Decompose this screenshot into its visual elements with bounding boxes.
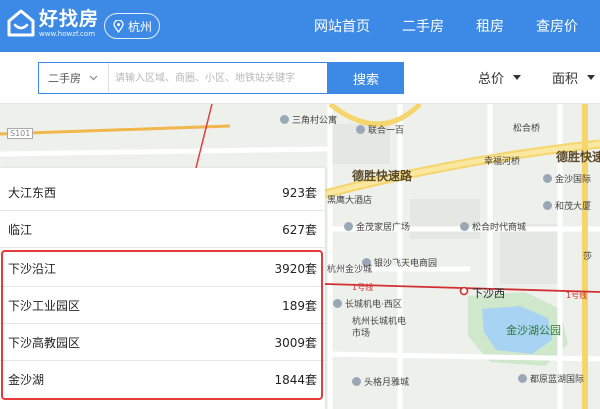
total-price-filter[interactable]: 总价 [478,68,522,87]
nav-home[interactable]: 网站首页 [314,16,370,36]
house-smile-icon [7,9,35,37]
top-navigation-bar: 好找房 www.howzf.com 杭州 网站首页 二手房 租房 查房价 [0,0,600,52]
list-item-count: 3009套 [274,335,317,350]
list-item[interactable]: 下沙沿江 3920套 [0,250,325,287]
area-label: 面积 [552,72,579,87]
property-type-label: 二手房 [48,72,81,85]
metro-line-label-right: 1号线 [566,291,588,300]
poi-marker-icon [460,222,469,231]
list-item-name: 临江 [8,222,33,237]
area-filter[interactable]: 面积 [552,68,596,87]
poi-lianhe[interactable]: 联合一百 [356,123,404,136]
site-logo[interactable]: 好找房 www.howzf.com [6,8,99,38]
poi-yinsha[interactable]: 银沙飞天电商园 [362,256,437,269]
poi-marker-icon [352,377,361,386]
poi-songhe-bridge[interactable]: 松合桥 [513,121,540,134]
list-item-count: 627套 [282,222,317,237]
poi-jinmao[interactable]: 金茂家居广场 [344,220,410,233]
search-box: 二手房 [38,62,328,94]
nav-price-check[interactable]: 查房价 [536,16,578,36]
list-item-count: 923套 [282,185,317,200]
poi-marker-icon [356,125,365,134]
list-item-count: 1844套 [274,373,317,387]
list-item[interactable]: 临江 627套 [0,211,325,248]
logo-text: 好找房 [39,8,100,30]
poi-marker-icon [543,201,552,210]
list-item[interactable]: 下沙工业园区 189套 [0,287,325,324]
poi-hemao[interactable]: 和茂大厦 [543,199,591,212]
metro-station-xiashaxi[interactable]: 下沙西 [472,285,505,301]
nav-rent[interactable]: 租房 [476,16,504,36]
road-label-desheng: 德胜快速路 [352,169,413,183]
list-item[interactable]: 金沙湖 1844套 [0,361,325,398]
poi-marker-icon [333,299,342,308]
list-item-name: 大江东西 [8,185,57,200]
total-price-label: 总价 [478,72,505,87]
list-item-name: 下沙高教园区 [8,335,81,350]
list-item-count: 189套 [282,298,317,313]
poi-changcheng-west[interactable]: 长城机电·西区 [333,297,402,310]
list-item-count: 3920套 [274,261,317,276]
poi-hotel[interactable]: 黑鹰大酒店 [327,193,372,206]
list-item[interactable]: 下沙高教园区 3009套 [0,324,325,361]
list-item-name: 金沙湖 [8,373,45,387]
logo-url: www.howzf.com [39,30,96,38]
property-type-select[interactable]: 二手房 [39,63,109,93]
area-list-panel: 大江东西 923套 临江 627套 下沙沿江 3920套 下沙工业园区 189套… [0,168,325,409]
poi-duyuan[interactable]: 都原蓝湖国际 [518,372,584,385]
list-item[interactable]: 大江东西 923套 [0,174,325,211]
location-pin-icon [113,19,124,33]
chevron-down-icon [89,75,98,81]
poi-songhe-times[interactable]: 松合时代商城 [460,220,526,233]
search-input[interactable] [109,63,327,93]
city-name: 杭州 [128,19,153,34]
highway-shield: S101 [7,128,34,139]
road-label-desheng-right: 德胜快速 [556,150,600,164]
poi-marker-icon [280,115,289,124]
list-item-name: 下沙沿江 [8,261,57,276]
main-nav: 网站首页 二手房 租房 查房价 [314,0,578,52]
search-bar: 二手房 搜索 总价 面积 [0,52,600,104]
poi-sanjiaocun[interactable]: 三角村公寓 [280,113,337,126]
poi-jinsha-lake-park[interactable]: 金沙湖公园 [506,322,561,338]
poi-marker-icon [344,222,353,231]
list-item-name: 下沙工业园区 [8,298,81,313]
poi-xingfu-bridge[interactable]: 幸福河桥 [484,154,520,167]
poi-changcheng-market[interactable]: 杭州长城机电市场 [352,316,408,340]
poi-touge[interactable]: 头格月雅城 [352,375,409,388]
nav-second-hand[interactable]: 二手房 [402,16,444,36]
poi-jinsha-intl[interactable]: 金沙国际 [543,172,591,185]
metro-line-label: 1号线 [352,283,374,292]
caret-down-icon [513,75,522,80]
poi-edge[interactable]: 莎 [583,249,592,262]
poi-marker-icon [518,374,527,383]
search-button[interactable]: 搜索 [328,62,404,94]
poi-jinsha-city[interactable]: 杭州金沙城 [327,262,372,275]
poi-marker-icon [543,174,552,183]
city-selector[interactable]: 杭州 [104,13,160,39]
caret-down-icon [587,75,596,80]
